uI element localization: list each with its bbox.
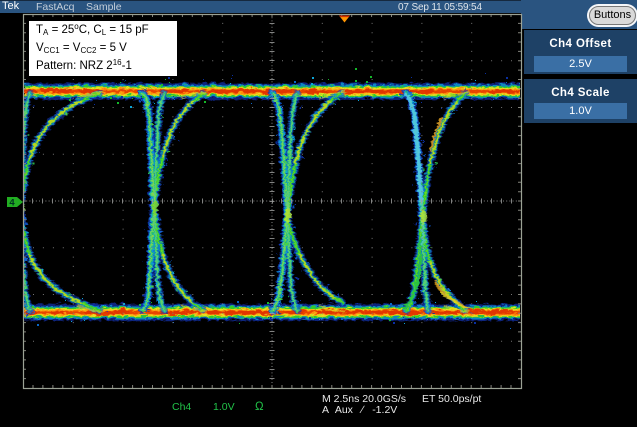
svg-text:4: 4: [9, 198, 15, 209]
